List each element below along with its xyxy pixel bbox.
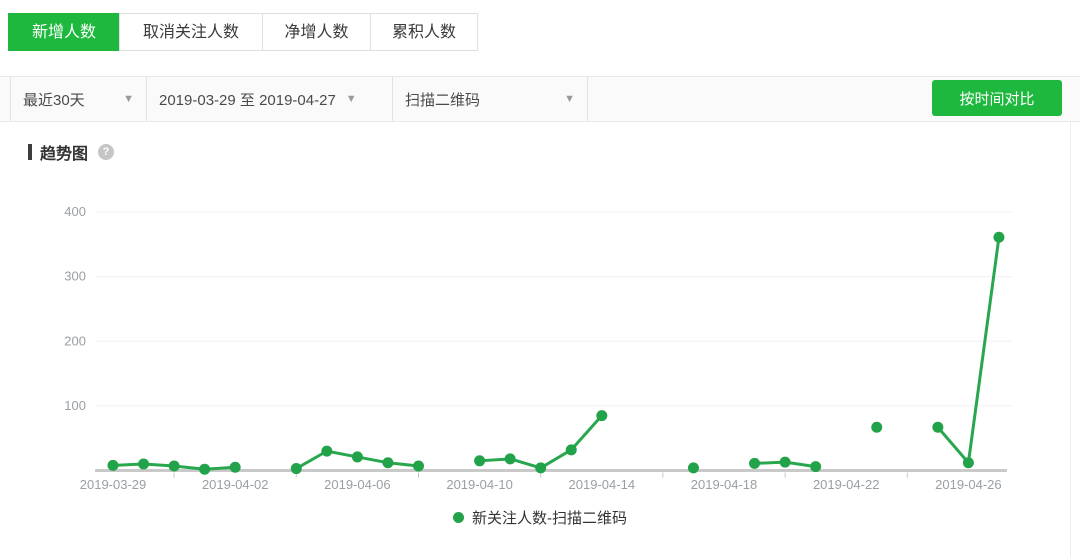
data-point[interactable]: 2019-04-26: 12	[963, 457, 974, 468]
x-axis-label: 2019-04-22	[813, 477, 880, 492]
data-point[interactable]: 2019-04-07: 12	[382, 457, 393, 468]
data-point[interactable]: 2019-04-17: 4	[688, 462, 699, 473]
analytics-page: 新增人数 取消关注人数 净增人数 累积人数 最近30天 ▼ 2019-03-29…	[0, 0, 1080, 557]
y-axis-label: 200	[64, 333, 86, 348]
data-point[interactable]: 2019-04-01: 2	[199, 464, 210, 475]
data-point[interactable]: 2019-04-20: 13	[780, 457, 791, 468]
x-axis-label: 2019-04-06	[324, 477, 391, 492]
data-point[interactable]: 2019-04-21: 6	[810, 461, 821, 472]
data-point[interactable]: 2019-04-04: 3	[291, 463, 302, 474]
data-point[interactable]: 2019-04-14: 85	[596, 410, 607, 421]
source-value: 扫描二维码	[405, 89, 480, 110]
section-title: 趋势图	[40, 140, 88, 164]
date-range-value: 2019-03-29 至 2019-04-27	[159, 89, 336, 110]
tab-new-followers[interactable]: 新增人数	[8, 13, 120, 51]
chevron-down-icon: ▼	[123, 93, 134, 105]
x-axis-label: 2019-04-18	[691, 477, 758, 492]
x-axis-label: 2019-04-14	[569, 477, 636, 492]
y-axis-label: 100	[64, 398, 86, 413]
data-point[interactable]: 2019-04-19: 11	[749, 458, 760, 469]
legend-label: 新关注人数-扫描二维码	[472, 507, 627, 528]
trend-section-header: 趋势图 ?	[28, 140, 114, 164]
y-axis-label: 400	[64, 204, 86, 219]
data-point[interactable]: 2019-03-31: 7	[169, 460, 180, 471]
data-point[interactable]: 2019-04-13: 32	[566, 444, 577, 455]
data-point[interactable]: 2019-04-06: 21	[352, 451, 363, 462]
data-point[interactable]: 2019-03-29: 8	[108, 460, 119, 471]
data-point[interactable]: 2019-04-02: 5	[230, 462, 241, 473]
time-range-dropdown[interactable]: 最近30天 ▼	[10, 77, 146, 121]
x-axis-label: 2019-04-10	[446, 477, 513, 492]
legend-dot-icon	[453, 512, 464, 523]
trend-line-segment	[480, 416, 602, 468]
chart-legend[interactable]: 新关注人数-扫描二维码	[0, 507, 1080, 528]
data-point[interactable]: 2019-04-25: 67	[932, 422, 943, 433]
time-range-value: 最近30天	[23, 89, 85, 110]
tab-unfollowed[interactable]: 取消关注人数	[119, 13, 263, 51]
filter-bar: 最近30天 ▼ 2019-03-29 至 2019-04-27 ▼ 扫描二维码 …	[0, 76, 1080, 122]
x-axis-label: 2019-04-26	[935, 477, 1002, 492]
compare-by-time-button[interactable]: 按时间对比	[932, 80, 1062, 116]
x-axis-label: 2019-04-02	[202, 477, 269, 492]
y-axis-label: 300	[64, 269, 86, 284]
data-point[interactable]: 2019-04-27: 361	[993, 232, 1004, 243]
data-point[interactable]: 2019-04-11: 18	[505, 453, 516, 464]
source-dropdown[interactable]: 扫描二维码 ▼	[392, 77, 588, 121]
help-icon[interactable]: ?	[98, 144, 114, 160]
x-axis-label: 2019-03-29	[80, 477, 147, 492]
data-point[interactable]: 2019-04-05: 30	[321, 446, 332, 457]
data-point[interactable]: 2019-04-12: 4	[535, 462, 546, 473]
data-point[interactable]: 2019-04-10: 15	[474, 455, 485, 466]
trend-line-segment	[938, 237, 999, 462]
tab-cumulative[interactable]: 累积人数	[370, 13, 478, 51]
date-range-dropdown[interactable]: 2019-03-29 至 2019-04-27 ▼	[146, 77, 392, 121]
data-point[interactable]: 2019-04-08: 7	[413, 460, 424, 471]
data-point[interactable]: 2019-04-23: 67	[871, 422, 882, 433]
tab-net-growth[interactable]: 净增人数	[262, 13, 371, 51]
data-point[interactable]: 2019-03-30: 10	[138, 459, 149, 470]
chevron-down-icon: ▼	[346, 93, 357, 105]
metric-tabs: 新增人数 取消关注人数 净增人数 累积人数	[8, 13, 478, 51]
title-accent-bar	[28, 144, 32, 160]
chevron-down-icon: ▼	[564, 93, 575, 105]
